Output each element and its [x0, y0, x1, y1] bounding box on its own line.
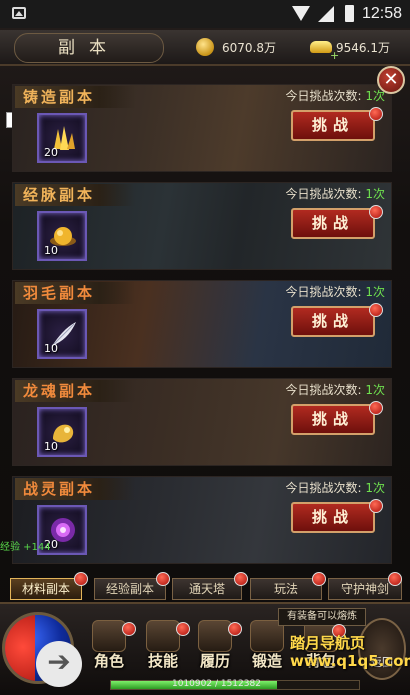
page-title: 副本 [14, 33, 164, 63]
tries-info: 今日挑战次数: 1次 [285, 185, 385, 202]
dungeon-panel: 经脉副本 今日挑战次数: 1次 10 挑战 [12, 182, 392, 270]
dungeon-panel: 战灵副本 今日挑战次数: 1次 20 挑战 [12, 476, 392, 564]
challenge-button[interactable]: 挑战 [291, 306, 375, 337]
exp-bar-label: 1010902 / 1512382 [172, 679, 261, 689]
hp-fill [5, 615, 35, 681]
tab-bar: 材料副本 经验副本 通天塔 玩法 守护神剑 [6, 572, 404, 602]
watermark-line2: www.q1q5.com [290, 652, 410, 670]
image-notification-icon [12, 7, 26, 19]
menu-forge-button[interactable]: 锻造 [242, 620, 292, 680]
item-count: 20 [44, 146, 58, 159]
dungeon-name: 战灵副本 [15, 478, 135, 500]
menu-label: 技能 [147, 652, 178, 670]
tries-info: 今日挑战次数: 1次 [285, 87, 385, 104]
item-count: 10 [44, 244, 58, 257]
reward-item-slot[interactable]: 10 [37, 407, 87, 457]
close-button[interactable]: ✕ [377, 66, 405, 94]
exp-gain-popup: 经验 +144 [0, 542, 51, 553]
wifi-icon [292, 6, 310, 21]
watermark-line1: 踏月导航页 [290, 634, 366, 652]
notification-dot [122, 622, 136, 636]
gold-coin-icon [196, 38, 214, 56]
gold-value: 6070.8万 [222, 41, 276, 55]
notification-dot [74, 572, 88, 586]
notification-dot [388, 572, 402, 586]
menu-label: 履历 [199, 652, 230, 670]
tries-count: 1次 [365, 187, 385, 201]
tries-label: 今日挑战次数: [285, 481, 362, 495]
notification-dot [156, 572, 170, 586]
ingot-value: 9546.1万 [336, 41, 390, 55]
tab-tower[interactable]: 通天塔 [172, 578, 242, 600]
tries-label: 今日挑战次数: [285, 89, 362, 103]
helmet-icon [92, 620, 126, 652]
dungeon-panel: 龙魂副本 今日挑战次数: 1次 10 挑战 [12, 378, 392, 466]
status-bar: 12:58 [0, 0, 410, 28]
tab-material-dungeon[interactable]: 材料副本 [10, 578, 82, 600]
skill-book-icon [146, 620, 180, 652]
scroll-icon [198, 620, 232, 652]
notification-dot [369, 499, 383, 513]
item-count: 10 [44, 440, 58, 453]
challenge-button[interactable]: 挑战 [291, 404, 375, 435]
dungeon-name: 羽毛副本 [15, 282, 135, 304]
item-count: 10 [44, 342, 58, 355]
reward-item-slot[interactable]: 20 [37, 113, 87, 163]
tries-info: 今日挑战次数: 1次 [285, 479, 385, 496]
tries-count: 1次 [365, 481, 385, 495]
status-time: 12:58 [362, 5, 403, 22]
signal-icon [318, 6, 334, 22]
challenge-button[interactable]: 挑战 [291, 502, 375, 533]
tries-count: 1次 [365, 383, 385, 397]
tab-gameplay[interactable]: 玩法 [250, 578, 322, 600]
battery-icon [345, 5, 354, 22]
dungeon-name: 铸造副本 [15, 86, 135, 108]
tries-label: 今日挑战次数: [285, 285, 362, 299]
tries-info: 今日挑战次数: 1次 [285, 283, 385, 300]
tries-label: 今日挑战次数: [285, 187, 362, 201]
dungeon-panel: 羽毛副本 今日挑战次数: 1次 10 挑战 [12, 280, 392, 368]
challenge-button[interactable]: 挑战 [291, 208, 375, 239]
notification-dot [369, 303, 383, 317]
menu-label: 锻造 [251, 652, 282, 670]
dungeon-name: 经脉副本 [15, 184, 135, 206]
dungeon-name: 龙魂副本 [15, 380, 135, 402]
gold-amount: 6070.8万 [196, 37, 276, 59]
tab-exp-dungeon[interactable]: 经验副本 [94, 578, 166, 600]
arrow-right-icon[interactable]: ➔ [36, 641, 82, 687]
notification-dot [369, 401, 383, 415]
tries-count: 1次 [365, 285, 385, 299]
watermark: 踏月导航页 www.q1q5.com [290, 634, 410, 670]
gold-ingot-icon [310, 41, 332, 53]
ingot-amount: + 9546.1万 [310, 37, 390, 62]
challenge-button[interactable]: 挑战 [291, 110, 375, 141]
notification-dot [228, 622, 242, 636]
smelt-tip: 有装备可以熔炼 [278, 608, 366, 626]
notification-dot [176, 622, 190, 636]
add-ingot-button[interactable]: + [330, 45, 339, 67]
dungeon-panel: 铸造副本 今日挑战次数: 1次 20 挑战 [12, 84, 392, 172]
notification-dot [234, 572, 248, 586]
tries-info: 今日挑战次数: 1次 [285, 381, 385, 398]
menu-label: 角色 [93, 652, 124, 670]
notification-dot [369, 107, 383, 121]
tries-label: 今日挑战次数: [285, 383, 362, 397]
notification-dot [312, 572, 326, 586]
notification-dot [369, 205, 383, 219]
reward-item-slot[interactable]: 10 [37, 309, 87, 359]
reward-item-slot[interactable]: 10 [37, 211, 87, 261]
